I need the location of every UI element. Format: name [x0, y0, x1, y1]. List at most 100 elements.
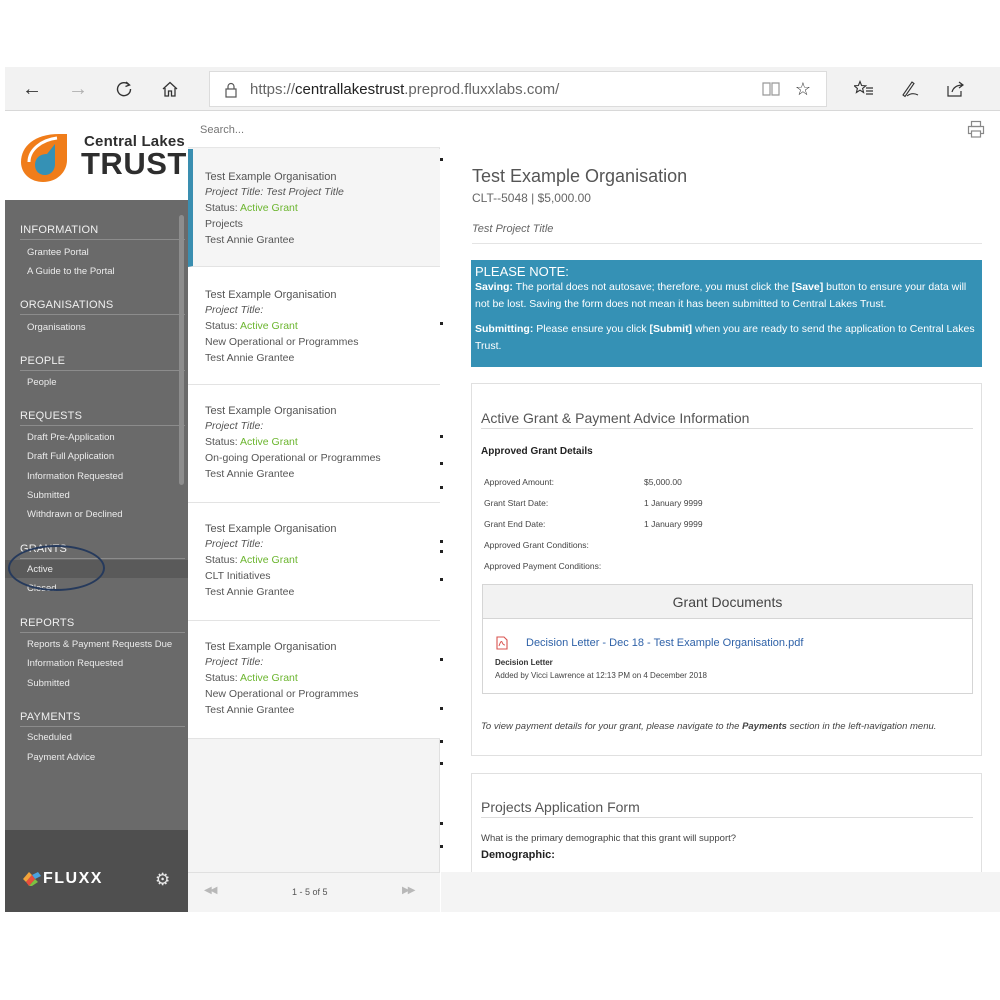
- reading-view-icon[interactable]: [758, 77, 784, 101]
- pager-prev-icon[interactable]: ◀◀: [204, 885, 217, 896]
- nav-item-withdrawn-or-declined[interactable]: Withdrawn or Declined: [27, 509, 123, 520]
- list-item[interactable]: Test Example Organisation Project Title:…: [188, 267, 440, 385]
- logo-text-trust: TRUST: [81, 146, 187, 181]
- artifact-dot: [440, 658, 443, 661]
- card-organisation: Test Example Organisation: [205, 641, 337, 653]
- url-path: .preprod.fluxxlabs.com/: [404, 81, 560, 98]
- url-text[interactable]: https://centrallakestrust.preprod.fluxxl…: [250, 81, 559, 98]
- card-project-title: Project Title:: [205, 304, 264, 316]
- card-status-label: Status:: [205, 554, 241, 566]
- gear-icon[interactable]: ⚙: [155, 870, 170, 890]
- card-program: New Operational or Programmes: [205, 688, 359, 700]
- demographic-question: What is the primary demographic that thi…: [481, 833, 737, 844]
- nav-item-organisations[interactable]: Organisations: [27, 322, 86, 333]
- home-icon[interactable]: [157, 77, 183, 101]
- card-status-value: Active Grant: [240, 554, 298, 566]
- grant-documents-heading: Grant Documents: [483, 585, 972, 619]
- annotation-circle: [8, 545, 105, 591]
- note-submitting-text: Please ensure you click: [533, 323, 650, 335]
- pdf-file-icon: [495, 636, 509, 655]
- nav-item-guide[interactable]: A Guide to the Portal: [27, 266, 115, 277]
- card-program: CLT Initiatives: [205, 570, 271, 582]
- list-item[interactable]: Test Example Organisation Project Title:…: [188, 621, 440, 739]
- browser-toolbar: ← → https://centrallakestrust.preprod.fl…: [5, 67, 1000, 111]
- pay-note-text-end: section in the left-navigation menu.: [786, 721, 937, 732]
- payment-navigation-note: To view payment details for your grant, …: [481, 720, 973, 734]
- nav-item-information-requested[interactable]: Information Requested: [27, 471, 123, 482]
- nav-item-payment-advice[interactable]: Payment Advice: [27, 752, 95, 763]
- card-program: On-going Operational or Programmes: [205, 452, 381, 464]
- card-status: Status: Active Grant: [205, 436, 298, 448]
- nav-item-people[interactable]: People: [27, 377, 57, 388]
- nav-section-organisations: ORGANISATIONS: [20, 299, 114, 311]
- pager-next-icon[interactable]: ▶▶: [402, 885, 415, 896]
- print-icon[interactable]: [967, 120, 985, 143]
- fluxx-logo-text: FLUXX: [43, 870, 103, 887]
- back-arrow-icon[interactable]: ←: [19, 77, 45, 101]
- favorites-list-icon[interactable]: [851, 77, 877, 101]
- nav-section-information: INFORMATION: [20, 224, 99, 236]
- document-type: Decision Letter: [495, 658, 553, 667]
- card-status-value: Active Grant: [240, 436, 298, 448]
- pen-notes-icon[interactable]: [897, 77, 923, 101]
- decision-letter-link[interactable]: Decision Letter - Dec 18 - Test Example …: [526, 637, 803, 649]
- card-program: New Operational or Programmes: [205, 336, 359, 348]
- card-status-label: Status:: [205, 672, 241, 684]
- artifact-dot: [440, 322, 443, 325]
- address-bar[interactable]: https://centrallakestrust.preprod.fluxxl…: [209, 71, 827, 107]
- nav-item-reports-information-requested[interactable]: Information Requested: [27, 658, 123, 669]
- grant-documents-panel: Grant Documents Decision Letter - Dec 18…: [482, 584, 973, 694]
- field-label: Approved Grant Conditions:: [484, 540, 589, 550]
- list-item[interactable]: Test Example Organisation Project Title:…: [188, 503, 440, 621]
- refresh-icon[interactable]: [111, 77, 137, 101]
- list-item[interactable]: Test Example Organisation Project Title:…: [188, 149, 440, 267]
- url-host: centrallakestrust: [295, 81, 405, 98]
- demographic-label: Demographic:: [481, 849, 555, 861]
- please-note-banner: PLEASE NOTE: Saving: The portal does not…: [471, 260, 982, 367]
- artifact-dot: [440, 486, 443, 489]
- note-submitting: Submitting: Please ensure you click [Sub…: [475, 321, 978, 355]
- divider: [481, 817, 973, 818]
- card-status: Status: Active Grant: [205, 672, 298, 684]
- pager-count: 1 - 5 of 5: [292, 887, 328, 897]
- favorite-star-icon[interactable]: ☆: [790, 77, 816, 101]
- project-title: Test Project Title: [472, 223, 554, 235]
- grant-detail-panel: Test Example Organisation CLT--5048 | $5…: [441, 112, 1000, 872]
- left-sidebar: Central Lakes TRUST INFORMATION Grantee …: [5, 112, 188, 912]
- card-organisation: Test Example Organisation: [205, 405, 337, 417]
- sidebar-footer: FLUXX ⚙: [5, 830, 188, 912]
- artifact-dot: [440, 462, 443, 465]
- nav-item-draft-full-application[interactable]: Draft Full Application: [27, 451, 114, 462]
- card-project-title: Project Title:: [205, 420, 264, 432]
- nav-item-reports-payment-requests-due[interactable]: Reports & Payment Requests Due: [27, 639, 172, 650]
- nav-item-scheduled[interactable]: Scheduled: [27, 732, 72, 743]
- nav-item-reports-submitted[interactable]: Submitted: [27, 678, 70, 689]
- nav-section-reports: REPORTS: [20, 617, 75, 629]
- forward-arrow-icon[interactable]: →: [65, 77, 91, 101]
- grant-info-section: Active Grant & Payment Advice Informatio…: [471, 383, 982, 756]
- pay-note-payments: Payments: [742, 721, 787, 732]
- nav-item-grantee-portal[interactable]: Grantee Portal: [27, 247, 89, 258]
- logo[interactable]: Central Lakes TRUST: [5, 112, 188, 200]
- nav-item-submitted[interactable]: Submitted: [27, 490, 70, 501]
- field-label: Approved Payment Conditions:: [484, 561, 602, 571]
- note-saving-text: The portal does not autosave; therefore,…: [512, 281, 792, 293]
- sidebar-scrollbar[interactable]: [179, 215, 184, 485]
- divider: [20, 726, 185, 727]
- search-input[interactable]: [188, 112, 440, 148]
- card-status-label: Status:: [205, 436, 241, 448]
- card-organisation: Test Example Organisation: [205, 171, 337, 183]
- nav-section-payments: PAYMENTS: [20, 711, 81, 723]
- card-status: Status: Active Grant: [205, 320, 298, 332]
- nav-item-draft-pre-application[interactable]: Draft Pre-Application: [27, 432, 115, 443]
- note-saving: Saving: The portal does not autosave; th…: [475, 279, 978, 313]
- share-icon[interactable]: [943, 77, 969, 101]
- note-submitting-label: Submitting:: [475, 323, 534, 335]
- field-label: Grant End Date:: [484, 519, 546, 529]
- list-item[interactable]: Test Example Organisation Project Title:…: [188, 385, 440, 503]
- card-project-title: Project Title:: [205, 538, 264, 550]
- note-save-keyword: [Save]: [791, 281, 824, 293]
- grant-start-date-value: 1 January 9999: [644, 498, 703, 508]
- note-submit-keyword: [Submit]: [649, 323, 693, 335]
- card-grantee: Test Annie Grantee: [205, 468, 295, 480]
